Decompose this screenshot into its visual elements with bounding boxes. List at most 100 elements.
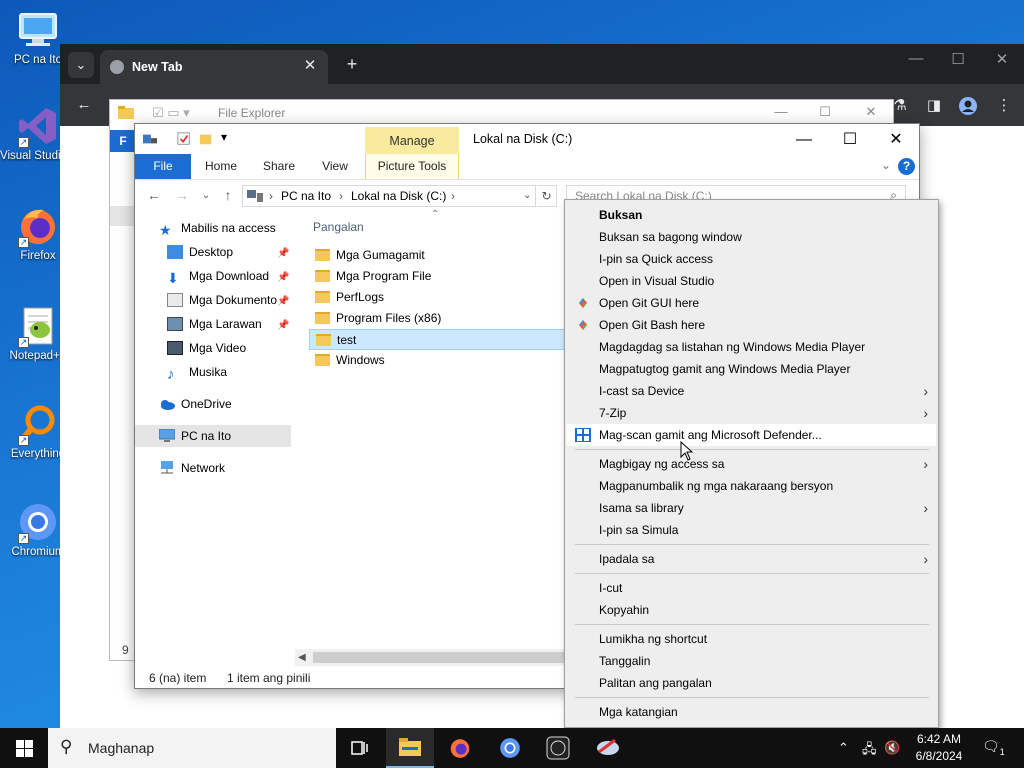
menu-item-cut[interactable]: I-cut [567,577,936,599]
chrome-maximize-button[interactable]: ☐ [938,50,978,68]
menu-icon[interactable]: ⋮ [992,96,1016,114]
file-row-selected[interactable]: test [309,329,567,350]
taskbar-cpu-z[interactable] [534,728,582,768]
volume-muted-icon[interactable]: 🔇 [884,740,900,756]
refresh-icon[interactable]: ↻ [537,185,557,207]
tab-file[interactable]: File [135,154,191,179]
menu-item-git-bash[interactable]: Open Git Bash here [567,314,936,336]
nav-music[interactable]: ♪ Musika [167,361,227,383]
menu-item-include-library[interactable]: Isama sa library › [567,497,936,519]
bg-maximize-button[interactable]: ☐ [810,104,840,120]
menu-item-properties[interactable]: Mga katangian [567,701,936,723]
menu-item-git-gui[interactable]: Open Git GUI here [567,292,936,314]
properties-icon[interactable] [143,132,157,146]
nav-network[interactable]: Network [159,457,225,479]
help-icon[interactable]: ? [898,158,915,175]
nav-quick-access[interactable]: ★ Mabilis na access [159,217,276,239]
network-status-icon[interactable]: 🖧 [862,740,877,762]
scrollbar-thumb[interactable] [313,652,567,663]
back-icon[interactable]: ← [72,96,96,113]
pin-icon[interactable]: 📌 [277,320,289,331]
menu-item-create-shortcut[interactable]: Lumikha ng shortcut [567,628,936,650]
scroll-left-icon[interactable]: ◀ [298,649,306,666]
show-hidden-icons-icon[interactable]: ⌃ [838,740,849,756]
taskbar-file-explorer[interactable] [386,728,434,768]
menu-item-pin-start[interactable]: I-pin sa Simula [567,519,936,541]
shortcut-arrow-icon: ↗ [18,137,29,148]
bg-close-button[interactable]: ✕ [856,104,886,120]
menu-item-7zip[interactable]: 7-Zip › [567,402,936,424]
file-row[interactable]: Mga Gumagamit [309,245,567,266]
menu-item-copy[interactable]: Kopyahin [567,599,936,621]
nav-downloads[interactable]: ⬇ Mga Download [167,265,269,287]
menu-item-cast-device[interactable]: I-cast sa Device › [567,380,936,402]
recent-locations-icon[interactable]: ⌄ [195,190,217,201]
clock[interactable]: 6:42 AM 6/8/2024 [908,731,970,765]
menu-item-open-visual-studio[interactable]: Open in Visual Studio [567,270,936,292]
menu-item-pin-quick-access[interactable]: I-pin sa Quick access [567,248,936,270]
start-button[interactable] [0,728,48,768]
close-tab-icon[interactable]: ✕ [300,56,320,76]
file-row[interactable]: Mga Program File [309,266,567,287]
nav-desktop[interactable]: Desktop [167,241,233,263]
taskbar-app[interactable] [584,728,632,768]
expand-ribbon-icon[interactable]: ⌄ [881,158,891,172]
column-header-name[interactable]: Pangalan [313,220,364,234]
tab-share[interactable]: Share [251,154,307,179]
bg-minimize-button[interactable]: — [766,104,796,119]
menu-item-send-to[interactable]: Ipadala sa › [567,548,936,570]
pin-icon[interactable]: 📌 [277,296,289,307]
menu-item-delete[interactable]: Tanggalin [567,650,936,672]
new-folder-icon[interactable] [199,132,213,146]
breadcrumb-this-pc[interactable]: PC na Ito [281,189,331,203]
menu-item-give-access[interactable]: Magbigay ng access sa › [567,453,936,475]
up-arrow-icon[interactable]: ↑ [217,187,239,203]
explorer-titlebar: ▾ Manage Lokal na Disk (C:) — ☐ ✕ [135,124,919,155]
forward-arrow-icon[interactable]: → [171,187,193,203]
taskbar-firefox[interactable] [436,728,484,768]
nav-this-pc[interactable]: PC na Ito [135,425,291,447]
close-button[interactable]: ✕ [873,126,919,154]
file-row[interactable]: Windows [309,350,567,371]
chrome-minimize-button[interactable]: — [896,50,936,67]
tab-search-button[interactable]: ⌄ [68,52,94,78]
maximize-button[interactable]: ☐ [827,126,873,154]
tab-picture-tools[interactable]: Picture Tools [365,154,459,179]
tab-home[interactable]: Home [193,154,249,179]
breadcrumb-drive[interactable]: Lokal na Disk (C:) [351,189,446,203]
address-bar[interactable]: › PC na Ito › Lokal na Disk (C:) › ⌄ [242,185,536,207]
file-row[interactable]: PerfLogs [309,287,567,308]
back-arrow-icon[interactable]: ← [143,187,165,203]
bg-file-tab[interactable]: F [110,130,136,152]
horizontal-scrollbar[interactable]: ◀ [295,649,567,666]
nav-videos[interactable]: Mga Video [167,337,246,359]
menu-item-restore-versions[interactable]: Magpanumbalik ng mga nakaraang bersyon [567,475,936,497]
nav-pictures[interactable]: Mga Larawan [167,313,262,335]
side-panel-icon[interactable]: ◨ [922,96,946,114]
file-row[interactable]: Program Files (x86) [309,308,567,329]
chrome-close-button[interactable]: ✕ [982,50,1022,68]
minimize-button[interactable]: — [781,126,827,154]
task-view-button[interactable] [336,728,384,768]
menu-item-defender-scan[interactable]: Mag-scan gamit ang Microsoft Defender... [567,424,936,446]
profile-icon[interactable] [956,96,980,120]
customize-qa-icon[interactable]: ▾ [221,130,227,144]
address-dropdown-icon[interactable]: ⌄ [523,190,531,201]
menu-item-play-wmp[interactable]: Magpatugtog gamit ang Windows Media Play… [567,358,936,380]
tab-manage[interactable]: Manage [365,127,459,155]
menu-item-open[interactable]: Buksan [567,204,936,226]
notification-icon[interactable]: 🗨1 [982,738,1005,757]
checkmark-icon[interactable] [177,132,191,146]
menu-item-add-wmp-list[interactable]: Magdagdag sa listahan ng Windows Media P… [567,336,936,358]
nav-onedrive[interactable]: OneDrive [159,393,232,415]
pin-icon[interactable]: 📌 [277,248,289,259]
nav-documents[interactable]: Mga Dokumento [167,289,279,311]
taskbar-chromium[interactable] [486,728,534,768]
new-tab-button[interactable]: + [340,54,364,75]
menu-item-open-new-window[interactable]: Buksan sa bagong window [567,226,936,248]
taskbar-search[interactable]: ⚲ Maghanap [48,728,336,768]
tab-view[interactable]: View [309,154,361,179]
chrome-tab[interactable]: New Tab ✕ [100,50,328,84]
menu-item-rename[interactable]: Palitan ang pangalan [567,672,936,694]
pin-icon[interactable]: 📌 [277,272,289,283]
